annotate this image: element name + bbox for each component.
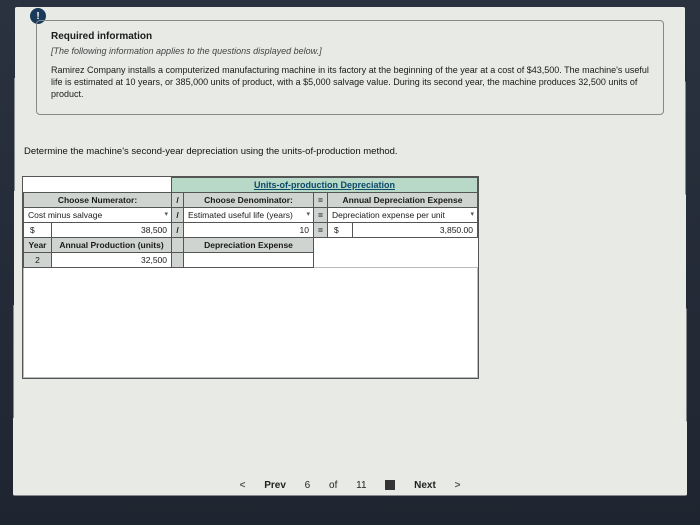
chevron-left-icon[interactable]: <	[240, 480, 246, 491]
op-equals-2: =	[314, 223, 328, 238]
required-info-box: Required information [The following info…	[36, 20, 664, 115]
numerator-dropdown[interactable]: Cost minus salvage	[24, 208, 172, 223]
navigation-bar: < Prev 6 of 11 Next >	[0, 480, 700, 491]
depreciation-table: Units-of-production Depreciation Choose …	[22, 176, 479, 379]
header-op-equals: =	[314, 193, 328, 208]
result-currency: $	[327, 223, 352, 238]
numerator-value[interactable]: 38,500	[52, 223, 172, 238]
header-year: Year	[24, 238, 52, 253]
result-value: 3,850.00	[352, 223, 477, 238]
empty-workspace	[24, 268, 478, 378]
header-numerator: Choose Numerator:	[24, 193, 172, 208]
header-op-divide: /	[172, 193, 184, 208]
op-equals: =	[314, 208, 328, 223]
table-main-header: Units-of-production Depreciation	[172, 178, 478, 193]
info-title: Required information	[51, 31, 649, 42]
page-current: 6	[305, 480, 311, 491]
header-denominator: Choose Denominator:	[184, 193, 314, 208]
header-annual-production: Annual Production (units)	[52, 238, 172, 253]
op-divide-2: /	[172, 223, 184, 238]
next-button[interactable]: Next	[414, 480, 436, 491]
production-value[interactable]: 32,500	[52, 253, 172, 268]
depreciation-expense-input[interactable]	[184, 253, 314, 268]
page-total: 11	[356, 480, 366, 491]
chevron-right-icon[interactable]: >	[455, 480, 461, 491]
info-body: Ramirez Company installs a computerized …	[51, 64, 649, 100]
result-dropdown[interactable]: Depreciation expense per unit	[327, 208, 477, 223]
grid-icon[interactable]	[385, 480, 395, 490]
prev-button[interactable]: Prev	[264, 480, 286, 491]
header-depreciation-expense: Depreciation Expense	[184, 238, 314, 253]
year-value: 2	[24, 253, 52, 268]
denominator-dropdown[interactable]: Estimated useful life (years)	[184, 208, 314, 223]
header-result: Annual Depreciation Expense	[327, 193, 477, 208]
page-of: of	[329, 480, 337, 491]
denominator-value[interactable]: 10	[184, 223, 314, 238]
question-text: Determine the machine's second-year depr…	[24, 146, 676, 157]
currency-symbol: $	[24, 223, 52, 238]
op-divide: /	[172, 208, 184, 223]
info-subtitle: [The following information applies to th…	[51, 46, 649, 56]
